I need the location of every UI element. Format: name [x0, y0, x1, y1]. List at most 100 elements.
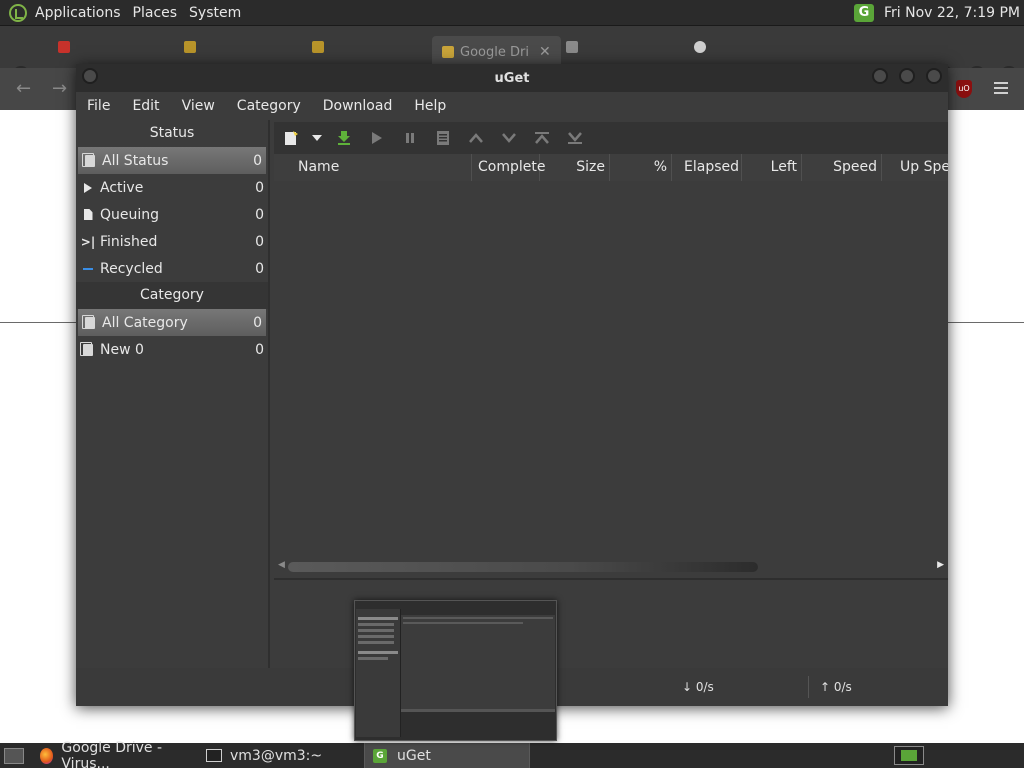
start-icon[interactable] — [360, 122, 393, 154]
sidebar-item-recycled[interactable]: Recycled 0 — [76, 255, 268, 282]
properties-icon[interactable] — [426, 122, 459, 154]
recycled-icon — [82, 263, 94, 275]
gmail-icon — [58, 41, 70, 53]
sidebar-item-finished[interactable]: >| Finished 0 — [76, 228, 268, 255]
move-bottom-icon[interactable] — [558, 122, 591, 154]
taskbar-item-terminal[interactable]: vm3@vm3:~ — [198, 743, 364, 768]
sidebar-item-count: 0 — [255, 260, 264, 277]
statusbar-divider — [808, 676, 809, 698]
places-menu[interactable]: Places — [127, 5, 184, 21]
preview-scrollbar — [401, 709, 555, 712]
preview-main — [401, 609, 555, 709]
queue-icon — [82, 209, 94, 221]
system-menu[interactable]: System — [183, 5, 247, 21]
column-percent[interactable]: % — [610, 154, 672, 181]
browser-tab-drive-1[interactable] — [184, 34, 202, 60]
column-size[interactable]: Size — [540, 154, 610, 181]
sidebar-item-all-category[interactable]: All Category 0 — [78, 309, 266, 336]
back-arrow-icon[interactable]: ← — [16, 78, 31, 99]
taskbar-item-uget[interactable]: G uGet — [364, 743, 530, 768]
finished-icon: >| — [80, 234, 96, 249]
sidebar-item-label: Finished — [100, 233, 158, 250]
uget-tray-icon[interactable]: G — [853, 3, 874, 22]
bottom-taskbar: Google Drive - Virus... vm3@vm3:~ G uGet — [0, 740, 1024, 772]
new-download-icon[interactable] — [274, 122, 307, 154]
preview-sidebar — [356, 609, 401, 737]
google-drive-icon — [442, 46, 454, 58]
workspace-switcher[interactable] — [894, 746, 924, 765]
browser-tab-drive-2[interactable] — [312, 34, 330, 60]
uget-menubar: File Edit View Category Download Help — [76, 92, 948, 120]
sidebar-item-label: Recycled — [100, 260, 163, 277]
column-complete[interactable]: Complete — [472, 154, 545, 181]
close-button[interactable] — [926, 68, 942, 84]
move-down-icon[interactable] — [492, 122, 525, 154]
window-menu-button[interactable] — [82, 68, 98, 84]
clock[interactable]: Fri Nov 22, 7:19 PM — [884, 5, 1020, 21]
scroll-left-icon[interactable]: ◀ — [278, 560, 285, 570]
sidebar-item-label: Queuing — [100, 206, 160, 223]
minimize-button[interactable] — [872, 68, 888, 84]
maximize-button[interactable] — [899, 68, 915, 84]
download-list-header: Name Complete Size % Elapsed Left Speed … — [274, 154, 948, 182]
google-drive-icon — [184, 41, 196, 53]
show-desktop-icon[interactable] — [4, 747, 24, 764]
menu-file[interactable]: File — [76, 98, 121, 114]
sidebar-item-count: 0 — [253, 314, 262, 331]
menu-download[interactable]: Download — [312, 98, 404, 114]
ublock-origin-icon[interactable]: uO — [956, 80, 972, 98]
taskbar-item-firefox[interactable]: Google Drive - Virus... — [32, 740, 198, 772]
menu-help[interactable]: Help — [403, 98, 457, 114]
sidebar-item-label: All Category — [102, 314, 188, 331]
sidebar-item-queuing[interactable]: Queuing 0 — [76, 201, 268, 228]
uget-titlebar[interactable]: uGet — [76, 64, 948, 92]
browser-tab-gmail[interactable] — [58, 34, 76, 60]
top-panel: Applications Places System G Fri Nov 22,… — [0, 0, 1024, 26]
pause-icon[interactable] — [393, 122, 426, 154]
status-header: Status — [149, 125, 195, 141]
sidebar-item-count: 0 — [255, 233, 264, 250]
menu-edit[interactable]: Edit — [121, 98, 170, 114]
menu-view[interactable]: View — [171, 98, 226, 114]
sidebar-item-active[interactable]: Active 0 — [76, 174, 268, 201]
trash-icon — [566, 41, 578, 53]
scroll-right-icon[interactable]: ▶ — [937, 560, 944, 570]
mate-logo-icon[interactable] — [9, 3, 27, 22]
category-icon — [80, 341, 94, 356]
move-up-icon[interactable] — [459, 122, 492, 154]
upload-speed: ↑ 0/s — [820, 680, 852, 694]
new-dropdown-chevron-icon[interactable] — [307, 122, 327, 154]
horizontal-scrollbar[interactable]: ◀ ▶ — [274, 558, 948, 574]
download-list[interactable] — [274, 181, 948, 558]
hamburger-menu-icon[interactable] — [994, 82, 1008, 94]
play-icon — [82, 182, 94, 194]
column-speed[interactable]: Speed — [802, 154, 882, 181]
forward-arrow-icon[interactable]: → — [52, 78, 67, 99]
sidebar-item-label: All Status — [102, 152, 169, 169]
menu-category[interactable]: Category — [226, 98, 312, 114]
close-tab-icon[interactable]: ✕ — [539, 44, 551, 60]
column-up-speed[interactable]: Up Speed — [882, 154, 948, 181]
terminal-icon — [206, 749, 222, 762]
browser-tab-strip: Google Dri ✕ — [0, 26, 1024, 84]
github-icon — [694, 41, 706, 53]
browser-tab-trash[interactable] — [566, 34, 584, 60]
sidebar-item-count: 0 — [255, 206, 264, 223]
browser-tab-github[interactable] — [694, 34, 712, 60]
download-icon[interactable] — [327, 122, 360, 154]
column-name[interactable]: Name — [294, 154, 472, 181]
taskbar-item-label: vm3@vm3:~ — [230, 747, 323, 764]
move-top-icon[interactable] — [525, 122, 558, 154]
column-elapsed[interactable]: Elapsed — [672, 154, 742, 181]
applications-menu[interactable]: Applications — [29, 5, 127, 21]
sidebar-item-label: New 0 — [100, 341, 144, 358]
uget-icon: G — [373, 748, 387, 763]
download-speed: ↓ 0/s — [682, 680, 714, 694]
browser-tab-title: Google Dri — [460, 44, 529, 60]
scrollbar-thumb[interactable] — [288, 562, 758, 572]
window-thumbnail-preview — [354, 600, 557, 741]
sidebar-item-all-status[interactable]: All Status 0 — [78, 147, 266, 174]
sidebar-item-new-category[interactable]: New 0 0 — [76, 336, 268, 363]
google-drive-icon — [312, 41, 324, 53]
column-left[interactable]: Left — [742, 154, 802, 181]
